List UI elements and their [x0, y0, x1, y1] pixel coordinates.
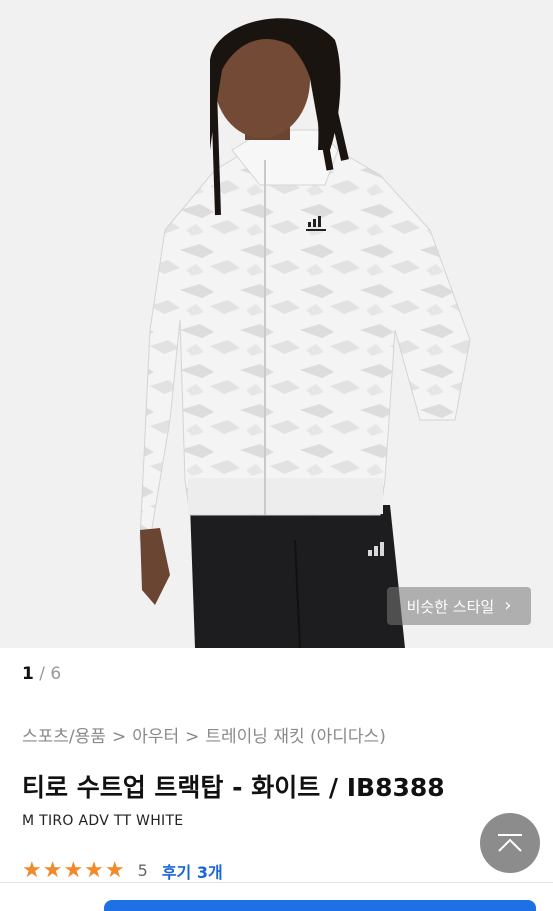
- pager-current: 1: [22, 664, 34, 684]
- reviews-link[interactable]: 후기 3개: [162, 859, 223, 883]
- product-page: 비슷한 스타일 › 1 / 6 스포츠/용품 > 아우터 > 트레이닝 재킷 (아디다스…: [0, 0, 553, 911]
- chevron-right-icon: ›: [504, 595, 512, 616]
- model-photo: [139, 18, 471, 648]
- product-image[interactable]: 비슷한 스타일 ›: [0, 0, 553, 648]
- purchase-button[interactable]: [104, 900, 536, 911]
- scroll-top-button[interactable]: [480, 813, 540, 873]
- similar-style-button[interactable]: 비슷한 스타일 ›: [387, 587, 531, 625]
- image-pager: 1 / 6: [22, 664, 61, 684]
- product-subtitle: M TIRO ADV TT WHITE: [22, 813, 184, 829]
- star-rating-icon: ★★★★★: [22, 858, 126, 883]
- rating-row: ★★★★★ 5 후기 3개: [22, 858, 223, 883]
- arrow-up-icon: [498, 834, 522, 852]
- similar-style-label: 비슷한 스타일: [406, 597, 495, 616]
- rating-score: 5: [137, 861, 148, 880]
- breadcrumb-item-sports[interactable]: 스포츠/용품: [22, 727, 106, 747]
- divider: [0, 882, 553, 883]
- breadcrumb-item-training-jacket[interactable]: 트레이닝 재킷 (아디다스): [205, 727, 385, 747]
- breadcrumb: 스포츠/용품 > 아우터 > 트레이닝 재킷 (아디다스): [22, 722, 386, 747]
- breadcrumb-separator: >: [111, 727, 127, 747]
- breadcrumb-item-outer[interactable]: 아우터: [132, 727, 179, 747]
- pager-total: 6: [50, 664, 62, 684]
- breadcrumb-separator: >: [185, 727, 200, 747]
- product-title: 티로 수트업 트랙탑 - 화이트 / IB8388: [22, 773, 445, 802]
- pager-separator: /: [39, 664, 45, 684]
